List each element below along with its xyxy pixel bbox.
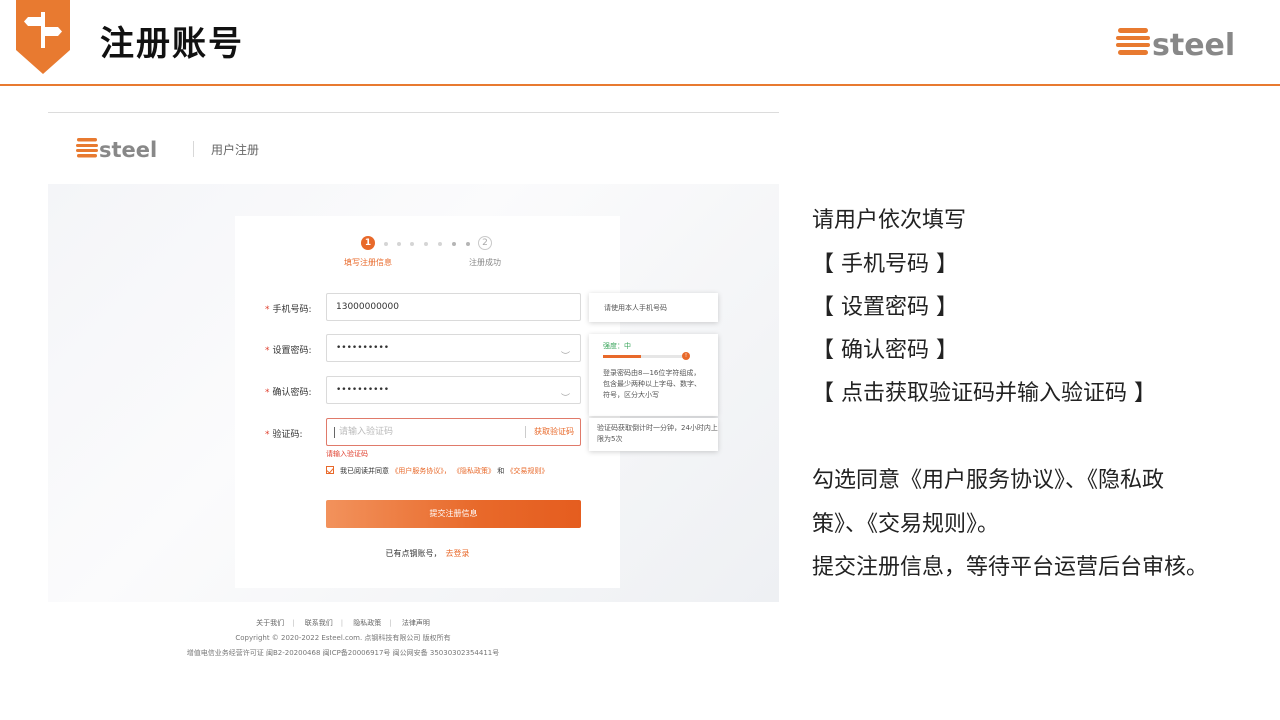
- step-2-indicator: 2: [478, 236, 492, 250]
- footer-link-privacy[interactable]: 隐私政策: [353, 619, 381, 627]
- signpost-badge-icon: [16, 0, 70, 74]
- slide-title: 注册账号: [100, 24, 244, 64]
- agreement-row: 我已阅读并同意 《用户服务协议》， 《隐私政策》 和 《交易规则》: [326, 466, 548, 476]
- instruction-item: 【 设置密码 】: [812, 295, 958, 320]
- footer-link-about[interactable]: 关于我们: [256, 619, 284, 627]
- page-heading: 用户注册: [211, 143, 260, 157]
- step-progress-dot: [397, 242, 401, 246]
- strength-bar: !: [603, 352, 690, 360]
- phone-input[interactable]: 13000000000: [326, 293, 581, 321]
- code-error-message: 请输入验证码: [326, 450, 368, 458]
- text-cursor: [334, 427, 335, 438]
- eye-icon[interactable]: ︶: [561, 386, 570, 412]
- esteel-logo: steel: [1116, 28, 1235, 62]
- code-separator: [525, 426, 526, 438]
- login-prompt: 已有点钢账号， 去登录: [385, 549, 470, 558]
- step-progress-dot: [384, 242, 388, 246]
- svg-text:steel: steel: [1152, 28, 1235, 62]
- agree-checkbox[interactable]: [326, 466, 334, 474]
- footer-icp: 增值电信业务经营许可证 闽B2-20200468 闽ICP备20006917号 …: [186, 649, 500, 657]
- instruction-item: 【 手机号码 】: [812, 252, 958, 277]
- login-link[interactable]: 去登录: [446, 549, 470, 558]
- submit-button[interactable]: 提交注册信息: [326, 500, 581, 528]
- password-label: * 设置密码:: [265, 346, 312, 356]
- step-progress-dot: [410, 242, 414, 246]
- code-input[interactable]: 请输入验证码 获取验证码: [326, 418, 581, 446]
- esteel-small-logo: steel: [76, 138, 157, 162]
- instruction-agree-line-2: 策》、《交易规则》。: [812, 512, 1000, 537]
- instruction-intro: 请用户依次填写: [812, 208, 967, 233]
- strength-end-icon: !: [682, 352, 690, 360]
- password-rule: 登录密码由8—16位字符组成，包含最少两种以上字母、数字、符号，区分大小写: [603, 369, 701, 399]
- svg-text:steel: steel: [99, 138, 157, 162]
- step-progress-dot: [466, 242, 470, 246]
- privacy-policy-link[interactable]: 《隐私政策》: [453, 467, 495, 475]
- footer-links: 关于我们 | 联系我们 | 隐私政策 | 法律声明: [256, 619, 430, 627]
- step-2-label: 注册成功: [469, 258, 501, 267]
- footer-link-contact[interactable]: 联系我们: [305, 619, 333, 627]
- eye-icon[interactable]: ︶: [561, 344, 570, 370]
- instruction-agree-line-1: 勾选同意《用户服务协议》、《隐私政: [812, 468, 1165, 493]
- confirm-password-label: * 确认密码:: [265, 388, 312, 398]
- strength-label: 强度：中: [603, 342, 631, 350]
- instruction-item: 【 点击获取验证码并输入验证码 】: [812, 381, 1156, 406]
- step-progress-dot: [452, 242, 456, 246]
- password-input[interactable]: •••••••••• ︶: [326, 334, 581, 362]
- header-divider: [0, 84, 1280, 86]
- logo-divider: [193, 141, 194, 157]
- trade-rules-link[interactable]: 《交易规则》: [506, 467, 548, 475]
- phone-tip: 请使用本人手机号码: [589, 293, 718, 322]
- instruction-item: 【 确认密码 】: [812, 338, 958, 363]
- code-tip: 验证码获取倒计时一分钟，24小时内上限为5次: [589, 418, 718, 451]
- get-code-button[interactable]: 获取验证码: [534, 419, 574, 445]
- user-agreement-link[interactable]: 《用户服务协议》，: [391, 467, 451, 475]
- password-strength-tip: 强度：中 ! 登录密码由8—16位字符组成，包含最少两种以上字母、数字、符号，区…: [589, 334, 718, 416]
- step-1-label: 填写注册信息: [344, 258, 392, 267]
- instruction-submit-line: 提交注册信息，等待平台运营后台审核。: [812, 555, 1209, 580]
- step-progress-dot: [424, 242, 428, 246]
- registration-form: 1 2 填写注册信息 注册成功 * 手机号码: 13000000000 * 设置密码…: [235, 216, 620, 588]
- strength-bar-fill: [603, 355, 641, 358]
- step-progress-dot: [438, 242, 442, 246]
- confirm-password-input[interactable]: •••••••••• ︶: [326, 376, 581, 404]
- footer-link-legal[interactable]: 法律声明: [402, 619, 430, 627]
- step-1-indicator: 1: [361, 236, 375, 250]
- code-label: * 验证码:: [265, 430, 303, 440]
- footer-copyright: Copyright © 2020-2022 Esteel.com. 点钢科技有限…: [235, 634, 451, 642]
- registration-screenshot: steel 用户注册 1 2 填写注册信息 注册成功 * 手机号码: 130000…: [48, 112, 779, 664]
- phone-label: * 手机号码:: [265, 305, 312, 315]
- screenshot-top-border: [48, 112, 779, 113]
